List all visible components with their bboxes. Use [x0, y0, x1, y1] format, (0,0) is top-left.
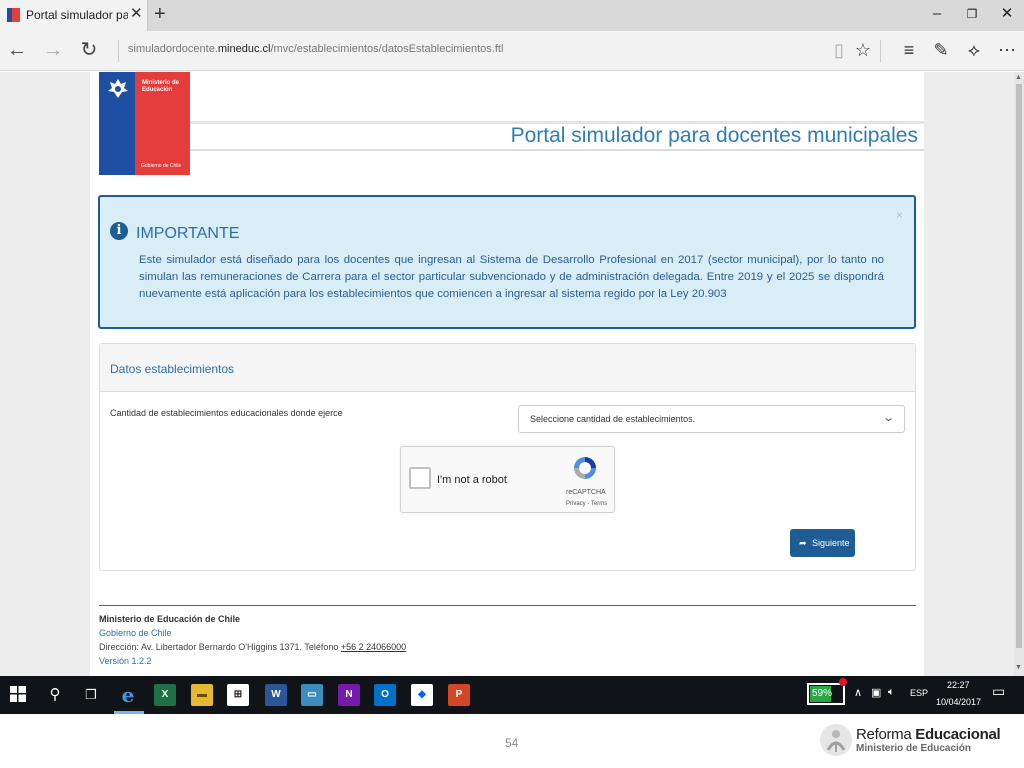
hub-icon[interactable]: ≡: [897, 38, 921, 62]
footer-rule: [99, 605, 916, 606]
onenote-icon[interactable]: N: [338, 684, 360, 706]
scroll-down-icon[interactable]: ▼: [1015, 664, 1022, 671]
logo-ministry-text: Ministerio de Educación: [142, 80, 180, 93]
reforma-brand-title: Reforma Educacional: [856, 726, 1001, 743]
clock-date[interactable]: 10/04/2017: [936, 697, 981, 707]
footer-ministry: Ministerio de Educación de Chile: [99, 614, 241, 624]
chile-crest-icon: [108, 79, 128, 98]
notification-dot: [839, 678, 847, 686]
arrow-icon: ➦: [799, 538, 807, 548]
url-separator: [118, 40, 119, 62]
panel-title: Datos establecimientos: [110, 362, 235, 376]
next-button[interactable]: ➦ Siguiente: [790, 529, 855, 557]
restore-icon[interactable]: ❐: [961, 5, 983, 23]
slide-page-number: 54: [505, 736, 519, 750]
web-note-icon[interactable]: ✎: [929, 38, 953, 62]
minimize-icon[interactable]: –: [926, 5, 948, 23]
scrollbar-thumb[interactable]: [1016, 84, 1022, 648]
header-rule-bottom: [190, 149, 924, 151]
volume-icon[interactable]: 🔈︎: [888, 686, 895, 699]
alert-title: IMPORTANTE: [136, 225, 240, 242]
reading-view-icon[interactable]: ▯: [827, 38, 851, 62]
battery-percent: 59%: [812, 688, 833, 699]
recaptcha-terms-link[interactable]: Privacy - Terms: [566, 501, 607, 507]
more-icon[interactable]: ⋯: [995, 38, 1019, 62]
store-icon[interactable]: ⊞: [227, 684, 249, 706]
window-close-icon[interactable]: ✕: [996, 5, 1018, 23]
favicon-icon: [7, 8, 20, 22]
footer-phone-link[interactable]: +56 2 24066000: [341, 642, 406, 652]
share-icon[interactable]: ⟡: [962, 38, 986, 62]
next-button-label: Siguiente: [812, 538, 850, 548]
clock-time[interactable]: 22:27: [947, 680, 970, 690]
dropbox-icon[interactable]: ◆: [411, 684, 433, 706]
outlook-icon[interactable]: O: [374, 684, 396, 706]
new-tab-icon[interactable]: +: [154, 3, 166, 26]
alert-close-icon[interactable]: ×: [896, 208, 903, 222]
powerpoint-icon[interactable]: P: [448, 684, 470, 706]
recaptcha-logo-icon: [574, 457, 596, 479]
recaptcha-label: I'm not a robot: [437, 474, 507, 486]
forward-arrow-icon[interactable]: →: [41, 38, 65, 62]
recaptcha-checkbox[interactable]: [409, 467, 431, 489]
toolbar-separator: [880, 40, 881, 62]
search-icon[interactable]: ⚲: [44, 684, 66, 706]
active-app-indicator: [114, 711, 144, 714]
reforma-educacional-logo-icon: [820, 724, 852, 756]
network-icon[interactable]: ▣: [871, 686, 881, 699]
favorite-star-icon[interactable]: ☆: [851, 38, 875, 62]
establishments-count-label: Cantidad de establecimientos educacional…: [110, 408, 343, 418]
edge-icon[interactable]: e: [117, 684, 139, 706]
back-arrow-icon[interactable]: ←: [5, 38, 29, 62]
alert-text: Este simulador está diseñado para los do…: [139, 254, 884, 300]
language-indicator[interactable]: ESP: [910, 688, 928, 698]
reforma-brand-subtitle: Ministerio de Educación: [856, 743, 972, 754]
footer-government-link[interactable]: Gobierno de Chile: [99, 628, 172, 638]
chevron-down-icon[interactable]: ⌄: [882, 411, 895, 424]
action-center-icon[interactable]: ▭: [992, 683, 1005, 700]
scroll-up-icon[interactable]: ▲: [1015, 74, 1022, 81]
task-view-icon[interactable]: ❐: [80, 684, 102, 706]
logo-government-text: Gobierno de Chile: [141, 163, 182, 169]
info-icon: i: [110, 222, 128, 240]
page-title: Portal simulador para docentes municipal…: [510, 124, 918, 147]
select-value[interactable]: Seleccione cantidad de establecimientos.: [530, 414, 695, 424]
tab-close-icon[interactable]: ✕: [130, 6, 143, 22]
refresh-icon[interactable]: ↻: [77, 38, 101, 62]
tab-title: Portal simulador para do: [26, 8, 128, 22]
slide: { "browser": { "tab_title": "Portal simu…: [0, 0, 1024, 768]
footer-address: Dirección: Av. Libertador Bernardo O'Hig…: [99, 642, 407, 652]
excel-icon[interactable]: X: [154, 684, 176, 706]
windows-start-icon[interactable]: [10, 686, 26, 702]
word-icon[interactable]: W: [265, 684, 287, 706]
file-explorer-icon[interactable]: ▬: [191, 684, 213, 706]
remote-desktop-icon[interactable]: ▭: [301, 684, 323, 706]
recaptcha-brand: reCAPTCHA: [566, 489, 606, 496]
url-field[interactable]: simuladordocente.mineduc.cl/mvc/establec…: [128, 43, 503, 55]
footer-version: Versión 1.2.2: [99, 656, 152, 666]
chevron-up-icon[interactable]: ∧: [854, 686, 862, 699]
